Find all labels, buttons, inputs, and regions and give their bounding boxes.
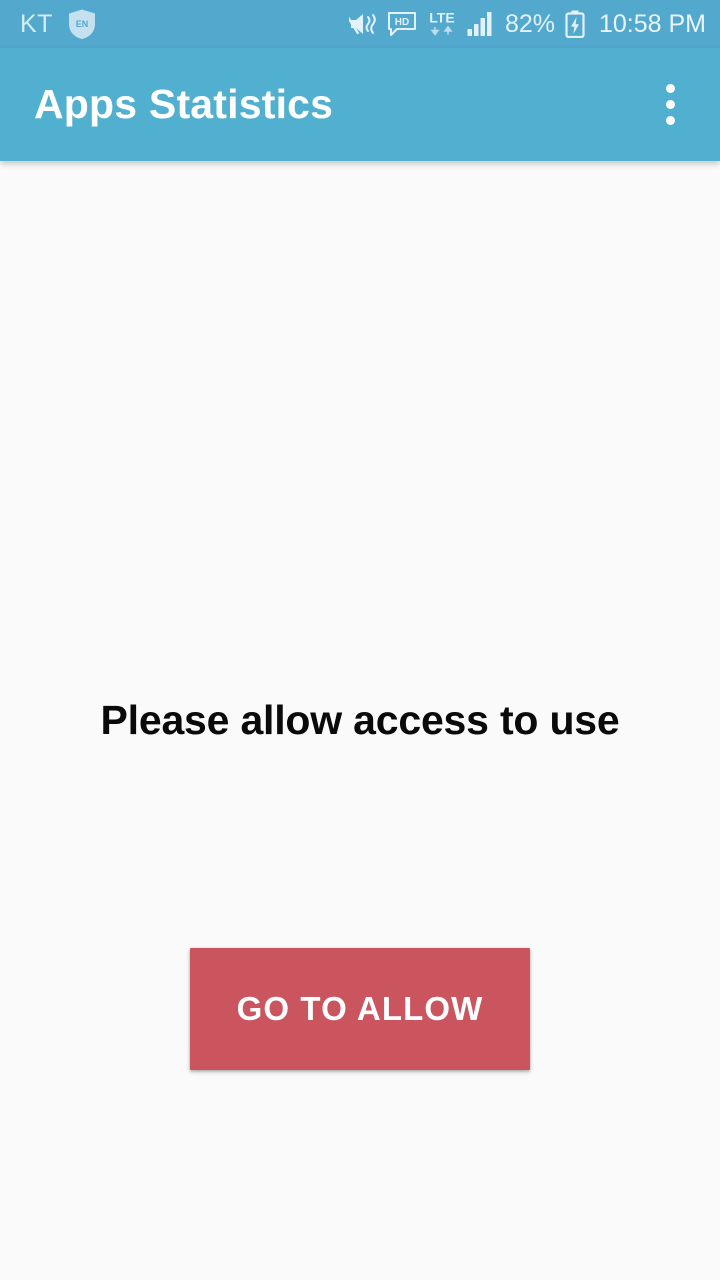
overflow-dot-2 <box>665 100 675 109</box>
signal-bars-icon <box>467 11 495 37</box>
battery-charging-icon <box>565 10 585 39</box>
page-title: Apps Statistics <box>34 81 334 127</box>
status-bar-right: HD LTE 82% 10:58 PM <box>345 8 706 40</box>
clock-label: 10:58 PM <box>598 9 706 38</box>
main-content: Please allow access to use GO TO ALLOW <box>0 161 720 1280</box>
lte-data-icon: LTE <box>425 8 459 40</box>
app-bar: Apps Statistics <box>0 48 720 161</box>
svg-text:EN: EN <box>76 19 89 29</box>
phone-screen: KT EN HD LTE 82% 10:58 PM Apps Statistic… <box>0 0 720 1280</box>
status-bar-left: KT EN <box>20 8 97 40</box>
svg-text:HD: HD <box>395 17 409 28</box>
svg-text:LTE: LTE <box>429 10 454 26</box>
status-bar: KT EN HD LTE 82% 10:58 PM <box>0 0 720 48</box>
carrier-label: KT <box>20 9 53 38</box>
overflow-dot-1 <box>665 84 675 93</box>
overflow-dot-3 <box>665 116 675 125</box>
go-to-allow-button[interactable]: GO TO ALLOW <box>190 948 530 1070</box>
permission-headline: Please allow access to use <box>100 697 620 743</box>
battery-percent-label: 82% <box>504 9 555 38</box>
vpn-shield-icon: EN <box>67 8 97 40</box>
overflow-menu-icon[interactable] <box>642 69 698 141</box>
mute-vibrate-icon <box>345 10 379 38</box>
hd-voice-icon: HD <box>387 11 417 37</box>
